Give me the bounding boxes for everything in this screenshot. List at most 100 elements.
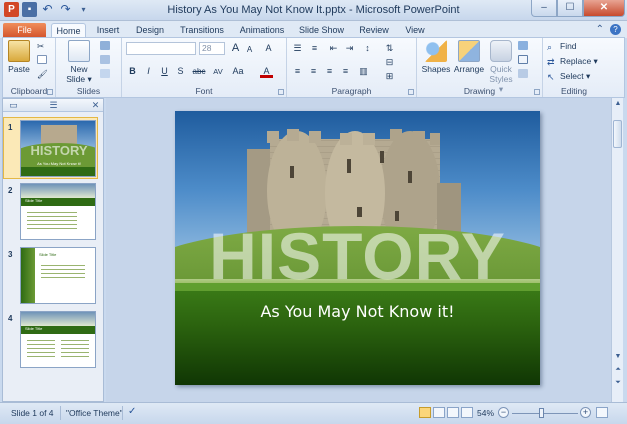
shape-fill-icon[interactable]: [518, 41, 531, 52]
align-left-icon[interactable]: ≡: [291, 65, 304, 78]
current-slide[interactable]: HISTORY As You May Not Know it!: [175, 111, 540, 385]
columns-icon[interactable]: ▥: [357, 65, 370, 78]
shape-effects-icon[interactable]: [518, 69, 531, 80]
status-divider: [122, 406, 123, 420]
font-launcher-icon[interactable]: [278, 89, 284, 95]
font-size-combo[interactable]: 28: [199, 42, 225, 55]
zoom-level[interactable]: 54%: [477, 408, 494, 418]
tab-animations[interactable]: Animations: [238, 23, 286, 38]
tab-file[interactable]: File: [3, 23, 46, 38]
grow-font-button[interactable]: A: [229, 42, 242, 55]
zoom-out-icon[interactable]: −: [498, 407, 509, 418]
drawing-launcher-icon[interactable]: [534, 89, 540, 95]
shape-outline-icon[interactable]: [518, 55, 531, 66]
slide-sorter-view-icon[interactable]: [433, 407, 445, 418]
shrink-font-button[interactable]: A: [243, 43, 256, 56]
zoom-slider-track[interactable]: [512, 413, 578, 414]
outline-tab-icon[interactable]: ☰: [47, 100, 60, 110]
find-icon: ⌕: [547, 42, 553, 52]
slides-tab-icon[interactable]: ▭: [7, 100, 20, 110]
cut-icon[interactable]: ✂: [37, 41, 44, 52]
numbering-icon[interactable]: ≡: [308, 42, 321, 55]
underline-button[interactable]: U: [158, 65, 171, 78]
replace-button[interactable]: ⇄ Replace ▾: [547, 56, 598, 67]
character-spacing-button[interactable]: AV: [210, 65, 226, 78]
fit-to-window-icon[interactable]: [596, 407, 608, 418]
scroll-up-icon[interactable]: ▲: [613, 100, 623, 107]
next-slide-icon[interactable]: ⏷: [613, 379, 623, 387]
justify-icon[interactable]: ≡: [339, 65, 352, 78]
close-pane-icon[interactable]: ✕: [89, 100, 102, 110]
tab-transitions[interactable]: Transitions: [179, 23, 225, 38]
tab-slide-show[interactable]: Slide Show: [298, 23, 345, 38]
align-center-icon[interactable]: ≡: [307, 65, 320, 78]
slide-show-view-icon[interactable]: [461, 407, 473, 418]
copy-icon[interactable]: [37, 55, 50, 66]
clipboard-launcher-icon[interactable]: [47, 89, 53, 95]
line-spacing-icon[interactable]: ↕: [361, 42, 374, 55]
previous-slide-icon[interactable]: ⏶: [613, 366, 623, 374]
slide-thumbnail-1[interactable]: HISTORY As You May Not Know it!: [20, 120, 96, 177]
smartart-icon[interactable]: ⊞: [383, 70, 396, 83]
strikethrough-button[interactable]: abc: [190, 65, 208, 78]
align-text-icon[interactable]: ⊟: [383, 56, 396, 69]
help-icon[interactable]: ?: [610, 24, 621, 35]
close-button[interactable]: ✕: [583, 0, 625, 17]
font-group: 28 A A A B I U S abc AV Aa A Font: [122, 38, 287, 97]
zoom-slider-handle[interactable]: [539, 408, 544, 418]
spell-check-icon[interactable]: ✓: [128, 406, 136, 417]
tab-design[interactable]: Design: [133, 23, 167, 38]
font-name-combo[interactable]: [126, 42, 196, 55]
paste-button[interactable]: Paste: [6, 40, 32, 74]
paragraph-launcher-icon[interactable]: [408, 89, 414, 95]
bullets-icon[interactable]: ☰: [291, 42, 304, 55]
slide-thumbnail-2[interactable]: Slide Title: [20, 183, 96, 240]
slide-thumbnail-4[interactable]: Slide Title: [20, 311, 96, 368]
reset-icon[interactable]: [100, 55, 113, 66]
arrange-icon: [458, 40, 480, 62]
editing-label: Editing: [561, 86, 587, 96]
tab-home[interactable]: Home: [51, 23, 86, 38]
thumb-bullets-right: [61, 337, 89, 357]
vertical-scrollbar[interactable]: ▲ ▼ ⏶ ⏷: [611, 98, 623, 402]
maximize-button[interactable]: ☐: [557, 0, 583, 17]
replace-label: Replace ▾: [560, 56, 598, 66]
slide-title[interactable]: HISTORY: [175, 221, 540, 291]
italic-button[interactable]: I: [142, 65, 155, 78]
slide-counter: Slide 1 of 4: [11, 408, 54, 418]
select-button[interactable]: ↖ Select ▾: [547, 71, 590, 82]
arrange-button[interactable]: Arrange: [453, 40, 485, 74]
font-color-button[interactable]: A: [260, 65, 273, 78]
slides-label: Slides: [76, 86, 101, 96]
align-right-icon[interactable]: ≡: [323, 65, 336, 78]
text-direction-icon[interactable]: ⇅: [383, 42, 396, 55]
scroll-down-icon[interactable]: ▼: [613, 353, 623, 360]
select-label: Select ▾: [560, 71, 591, 81]
section-icon[interactable]: [100, 69, 113, 80]
format-painter-icon[interactable]: 🖌: [37, 69, 48, 80]
thumb-title: Slide Title: [25, 198, 43, 203]
clear-formatting-button[interactable]: A: [262, 42, 275, 55]
find-button[interactable]: ⌕ Find: [547, 41, 577, 52]
change-case-button[interactable]: Aa: [230, 65, 246, 78]
shadow-button[interactable]: S: [174, 65, 187, 78]
slide-thumbnail-3[interactable]: Slide Title: [20, 247, 96, 304]
theme-name[interactable]: "Office Theme": [66, 408, 123, 418]
normal-view-icon[interactable]: [419, 407, 431, 418]
minimize-ribbon-icon[interactable]: ⌃: [596, 24, 604, 35]
slide-subtitle[interactable]: As You May Not Know it!: [175, 302, 540, 321]
reading-view-icon[interactable]: [447, 407, 459, 418]
increase-indent-icon[interactable]: ⇥: [343, 42, 356, 55]
decrease-indent-icon[interactable]: ⇤: [327, 42, 340, 55]
tab-review[interactable]: Review: [357, 23, 391, 38]
select-icon: ↖: [547, 72, 555, 82]
tab-insert[interactable]: Insert: [92, 23, 124, 38]
layout-icon[interactable]: [100, 41, 113, 52]
zoom-in-icon[interactable]: +: [580, 407, 591, 418]
tab-view[interactable]: View: [402, 23, 428, 38]
new-slide-button[interactable]: New Slide ▾: [65, 40, 93, 84]
scroll-thumb[interactable]: [613, 120, 622, 148]
minimize-button[interactable]: –: [531, 0, 557, 17]
shapes-button[interactable]: Shapes: [421, 40, 451, 74]
bold-button[interactable]: B: [126, 65, 139, 78]
